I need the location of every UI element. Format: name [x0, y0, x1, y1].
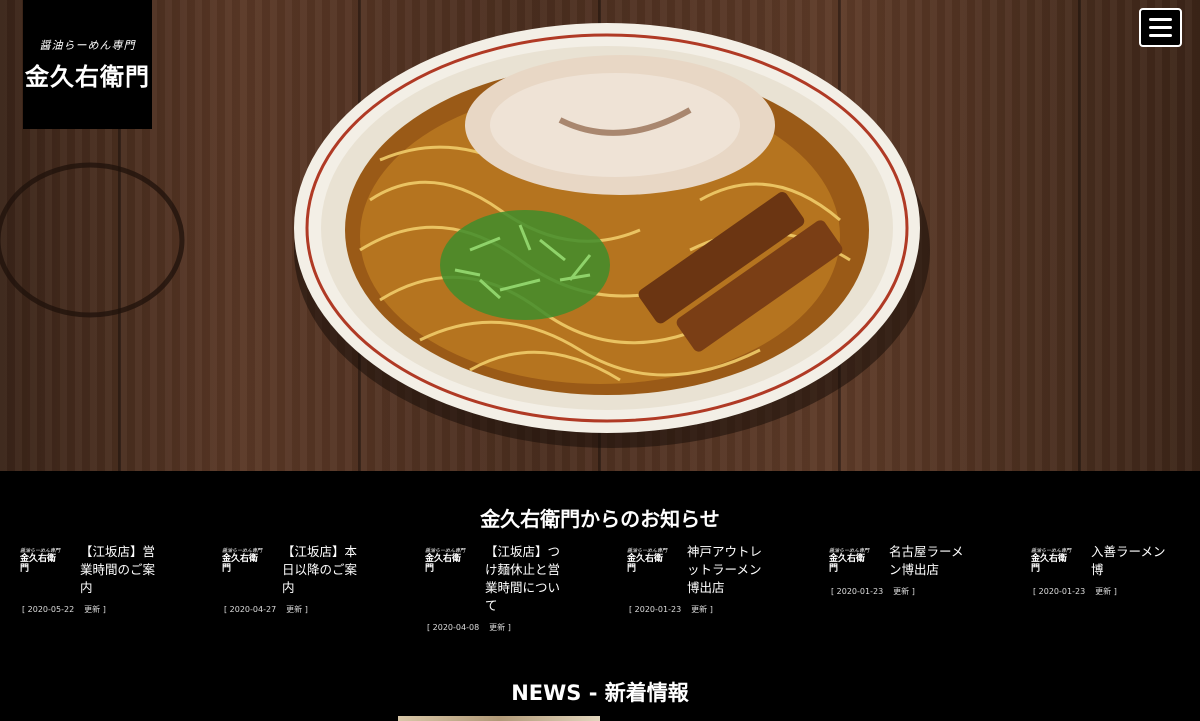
notice-date: [ 2020-01-23 更新 ]: [1033, 587, 1117, 596]
logo-name: 金久右衛門: [25, 62, 150, 91]
notice-thumbnail-logo: 醤油らーめん専門 金久右衛門: [627, 548, 668, 574]
notice-title-link[interactable]: 【江坂店】本日以降のご案内: [282, 543, 364, 597]
notice-title-link[interactable]: 名古屋ラーメン博出店: [889, 543, 971, 579]
notice-title-link[interactable]: 【江坂店】営業時間のご案内: [80, 543, 162, 597]
hamburger-icon-bar: [1149, 26, 1172, 29]
notice-item[interactable]: 醤油らーめん専門 金久右衛門 【江坂店】つけ麺休止と営業時間について [ 202…: [425, 543, 615, 643]
logo-tagline: 醤油らーめん専門: [39, 39, 136, 52]
notice-thumbnail-logo: 醤油らーめん専門 金久右衛門: [20, 548, 61, 574]
notice-date: [ 2020-05-22 更新 ]: [22, 605, 106, 614]
notice-title-link[interactable]: 【江坂店】つけ麺休止と営業時間について: [485, 543, 567, 615]
notice-date: [ 2020-04-27 更新 ]: [224, 605, 308, 614]
notice-thumbnail-logo: 醤油らーめん専門 金久右衛門: [222, 548, 263, 574]
site-logo[interactable]: 醤油らーめん専門 金久右衛門: [23, 0, 152, 129]
notice-date: [ 2020-01-23 更新 ]: [629, 605, 713, 614]
notice-item[interactable]: 醤油らーめん専門 金久右衛門 入善ラーメン博 [ 2020-01-23 更新 ]: [1031, 543, 1200, 643]
notice-item[interactable]: 醤油らーめん専門 金久右衛門 神戸アウトレットラーメン博出店 [ 2020-01…: [627, 543, 817, 643]
news-thumbnail-image[interactable]: [398, 716, 600, 721]
notices-heading: 金久右衛門からのお知らせ: [480, 507, 720, 531]
notice-thumbnail-logo: 醤油らーめん専門 金久右衛門: [425, 548, 466, 574]
ramen-bowl-illustration: [0, 23, 930, 448]
hero-image: 醤油らーめん専門 金久右衛門: [0, 0, 1200, 471]
news-heading: NEWS - 新着情報: [511, 681, 689, 705]
notice-thumbnail-logo: 醤油らーめん専門 金久右衛門: [829, 548, 870, 574]
notice-item[interactable]: 醤油らーめん専門 金久右衛門 【江坂店】営業時間のご案内 [ 2020-05-2…: [20, 543, 210, 643]
notice-title-link[interactable]: 神戸アウトレットラーメン博出店: [687, 543, 769, 597]
hamburger-icon: [1149, 18, 1172, 21]
notice-date: [ 2020-04-08 更新 ]: [427, 623, 511, 632]
hamburger-icon-bar: [1149, 34, 1172, 37]
notice-item[interactable]: 醤油らーめん専門 金久右衛門 名古屋ラーメン博出店 [ 2020-01-23 更新…: [829, 543, 1019, 643]
hamburger-menu-button[interactable]: [1139, 8, 1182, 47]
notice-date: [ 2020-01-23 更新 ]: [831, 587, 915, 596]
notice-title-link[interactable]: 入善ラーメン博: [1091, 543, 1173, 579]
notice-thumbnail-logo: 醤油らーめん専門 金久右衛門: [1031, 548, 1072, 574]
notice-item[interactable]: 醤油らーめん専門 金久右衛門 【江坂店】本日以降のご案内 [ 2020-04-2…: [222, 543, 412, 643]
